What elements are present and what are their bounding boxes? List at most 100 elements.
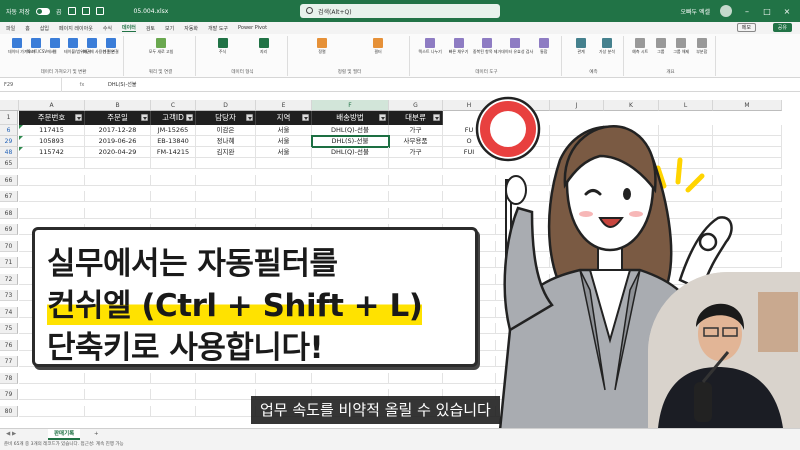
table-header-cell[interactable]: 주문번호 [19, 111, 85, 125]
table-cell[interactable]: 가구 [389, 125, 443, 136]
user-avatar[interactable] [720, 5, 732, 17]
fx-icon[interactable]: fx [62, 82, 102, 88]
empty-cell[interactable] [256, 191, 312, 202]
empty-cell[interactable] [85, 207, 151, 219]
table-header-cell[interactable]: 대분류 [389, 111, 443, 125]
ribbon-button-17[interactable]: 가상 분석 [594, 38, 620, 62]
undo-icon[interactable] [81, 7, 90, 15]
table-cell[interactable]: 가구 [389, 147, 443, 158]
table-cell[interactable]: 105893 [19, 136, 85, 147]
row-header[interactable]: 69 [0, 224, 18, 235]
row-header[interactable]: 29 [0, 136, 18, 147]
ribbon-button-21[interactable]: 부분합 [692, 38, 713, 62]
row-header[interactable]: 66 [0, 174, 18, 186]
ribbon-button-12[interactable]: 빠른 채우기 [444, 38, 472, 62]
tab-9[interactable]: 개발 도구 [208, 25, 228, 32]
empty-cell[interactable] [19, 207, 85, 219]
table-cell[interactable]: 117415 [19, 125, 85, 136]
empty-cell[interactable] [312, 207, 389, 219]
empty-cell[interactable] [19, 405, 85, 417]
empty-cell[interactable] [151, 191, 196, 202]
ribbon-button-20[interactable]: 그룹 해제 [671, 38, 692, 62]
empty-cell[interactable] [389, 207, 443, 219]
table-cell[interactable]: 김지완 [196, 147, 256, 158]
empty-cell[interactable] [85, 389, 151, 400]
empty-cell[interactable] [196, 191, 256, 202]
tab-5[interactable]: 데이터 [122, 24, 136, 32]
empty-cell[interactable] [312, 191, 389, 202]
row-header[interactable]: 80 [0, 405, 18, 417]
column-header-E[interactable]: E [256, 100, 312, 111]
autosave-toggle[interactable] [36, 7, 50, 15]
tab-4[interactable]: 수식 [103, 25, 112, 32]
filter-dropdown-icon[interactable] [141, 114, 148, 121]
comment-button[interactable]: 메모 [736, 23, 756, 32]
filter-dropdown-icon[interactable] [75, 114, 82, 121]
tab-0[interactable]: 파일 [6, 25, 15, 32]
empty-cell[interactable] [256, 158, 312, 169]
empty-cell[interactable] [312, 158, 389, 169]
empty-cell[interactable] [196, 372, 256, 384]
empty-cell[interactable] [151, 207, 196, 219]
row-header[interactable]: 67 [0, 191, 18, 202]
row-header[interactable]: 6 [0, 125, 18, 136]
table-header-cell[interactable]: 담당자 [196, 111, 256, 125]
ribbon-button-15[interactable]: 통합 [530, 38, 558, 62]
tab-10[interactable]: Power Pivot [238, 25, 267, 31]
table-header-cell[interactable]: 지역 [256, 111, 312, 125]
empty-cell[interactable] [389, 158, 443, 169]
tab-6[interactable]: 검토 [146, 25, 155, 32]
tab-7[interactable]: 보기 [165, 25, 174, 32]
empty-cell[interactable] [85, 191, 151, 202]
empty-cell[interactable] [19, 372, 85, 384]
search-box[interactable]: 검색(Alt+Q) [300, 4, 500, 18]
tab-1[interactable]: 홈 [25, 25, 30, 32]
select-all-corner[interactable] [0, 100, 19, 111]
table-cell[interactable]: 2020-04-29 [85, 147, 151, 158]
empty-cell[interactable] [85, 405, 151, 417]
row-header[interactable]: 74 [0, 306, 18, 318]
ribbon-button-19[interactable]: 그룹 [651, 38, 672, 62]
empty-cell[interactable] [256, 372, 312, 384]
empty-cell[interactable] [256, 174, 312, 186]
table-cell[interactable]: 사무용품 [389, 136, 443, 147]
filter-dropdown-icon[interactable] [379, 114, 386, 121]
empty-cell[interactable] [19, 389, 85, 400]
empty-cell[interactable] [151, 389, 196, 400]
filter-dropdown-icon[interactable] [186, 114, 193, 121]
filter-dropdown-icon[interactable] [302, 114, 309, 121]
column-header-A[interactable]: A [19, 100, 85, 111]
ribbon-button-4[interactable]: 최근에 사용한 원본 [83, 38, 115, 62]
row-header[interactable]: 48 [0, 147, 18, 158]
empty-cell[interactable] [389, 372, 443, 384]
empty-cell[interactable] [151, 174, 196, 186]
save-icon[interactable] [67, 7, 76, 15]
empty-cell[interactable] [19, 191, 85, 202]
ribbon-button-5[interactable]: 기존 연결 [101, 38, 120, 62]
ribbon-button-6[interactable]: 모두 새로 고침 [130, 38, 192, 62]
close-icon[interactable]: × [782, 7, 792, 16]
empty-cell[interactable] [256, 207, 312, 219]
row-header[interactable]: 77 [0, 356, 18, 367]
table-cell[interactable]: 서울 [256, 136, 312, 147]
empty-cell[interactable] [85, 174, 151, 186]
empty-cell[interactable] [196, 405, 256, 417]
ribbon-button-13[interactable]: 중복된 항목 제거 [473, 38, 501, 62]
row-header[interactable]: 76 [0, 339, 18, 351]
row-header[interactable]: 73 [0, 290, 18, 301]
ribbon-button-11[interactable]: 텍스트 나누기 [416, 38, 444, 62]
empty-cell[interactable] [19, 158, 85, 169]
row-header[interactable]: 75 [0, 323, 18, 334]
empty-cell[interactable] [85, 158, 151, 169]
filter-dropdown-icon[interactable] [246, 114, 253, 121]
row-header[interactable]: 78 [0, 372, 18, 384]
empty-cell[interactable] [196, 158, 256, 169]
empty-cell[interactable] [85, 372, 151, 384]
tab-3[interactable]: 페이지 레이아웃 [59, 25, 93, 32]
row-header[interactable]: 1 [0, 111, 18, 125]
empty-cell[interactable] [151, 405, 196, 417]
table-cell[interactable]: EB-13840 [151, 136, 196, 147]
ribbon-button-2[interactable]: 웹 [45, 38, 64, 62]
row-header[interactable]: 68 [0, 207, 18, 219]
row-header[interactable]: 70 [0, 240, 18, 252]
